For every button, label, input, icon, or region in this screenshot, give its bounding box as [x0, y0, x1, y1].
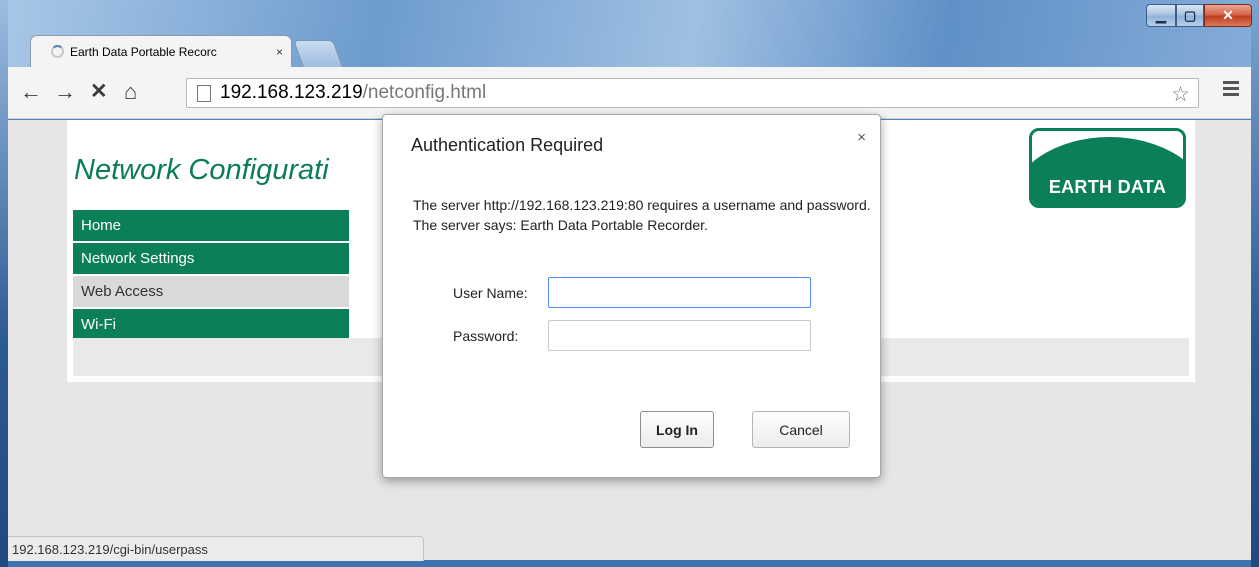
- status-bubble: 192.168.123.219/cgi-bin/userpass: [8, 536, 424, 561]
- loading-spinner-icon: [51, 45, 64, 58]
- minimize-icon: ▁: [1156, 7, 1166, 23]
- nav-item-network-settings[interactable]: Network Settings: [73, 243, 349, 274]
- username-field[interactable]: [548, 277, 811, 308]
- log-in-button[interactable]: Log In: [640, 411, 714, 448]
- tab-close-icon[interactable]: ×: [276, 45, 283, 59]
- url-path: /netconfig.html: [362, 82, 487, 103]
- forward-arrow-icon[interactable]: →: [54, 81, 76, 103]
- cancel-button[interactable]: Cancel: [752, 411, 850, 448]
- home-icon[interactable]: ⌂: [124, 81, 137, 103]
- chrome-menu-icon[interactable]: [1223, 81, 1239, 99]
- back-arrow-icon[interactable]: ←: [20, 81, 42, 103]
- close-icon: ✕: [1222, 7, 1234, 23]
- window-frame-right: [1251, 0, 1259, 567]
- nav-item-home[interactable]: Home: [73, 210, 349, 241]
- earth-data-logo: EARTH DATA: [1029, 128, 1186, 208]
- browser-toolbar: ← → ✕ ⌂ 192.168.123.219/netconfig.html ☆: [8, 67, 1251, 119]
- window-controls: ▁ ▢ ✕: [1146, 4, 1252, 27]
- maximize-button[interactable]: ▢: [1176, 4, 1204, 27]
- minimize-button[interactable]: ▁: [1146, 4, 1176, 27]
- dialog-title: Authentication Required: [411, 135, 604, 155]
- nav-item-web-access[interactable]: Web Access: [73, 276, 349, 307]
- page-title: Network Configurati: [74, 154, 329, 186]
- site-nav-menu: Home Network Settings Web Access Wi-Fi: [73, 210, 349, 342]
- stop-icon[interactable]: ✕: [90, 81, 108, 103]
- page-icon: [197, 84, 211, 102]
- password-field[interactable]: [548, 320, 811, 351]
- dialog-message: The server http://192.168.123.219:80 req…: [413, 197, 871, 233]
- tab-title: Earth Data Portable Recorc: [70, 44, 217, 59]
- nav-item-wifi[interactable]: Wi-Fi: [73, 309, 349, 340]
- maximize-icon: ▢: [1183, 7, 1197, 23]
- password-label: Password:: [453, 328, 519, 344]
- close-window-button[interactable]: ✕: [1204, 4, 1252, 27]
- auth-dialog: Authentication Required × The server htt…: [382, 114, 881, 478]
- username-label: User Name:: [453, 285, 528, 301]
- browser-tab[interactable]: Earth Data Portable Recorc ×: [30, 35, 292, 67]
- logo-text: EARTH DATA: [1048, 177, 1167, 197]
- address-bar[interactable]: 192.168.123.219/netconfig.html ☆: [186, 78, 1199, 108]
- bookmark-star-icon[interactable]: ☆: [1171, 82, 1190, 107]
- url-host: 192.168.123.219: [220, 82, 363, 103]
- window-frame-left: [0, 0, 8, 567]
- browser-window: ▁ ▢ ✕ Earth Data Portable Recorc × ← → ✕…: [0, 0, 1259, 567]
- dialog-close-icon[interactable]: ×: [857, 129, 866, 146]
